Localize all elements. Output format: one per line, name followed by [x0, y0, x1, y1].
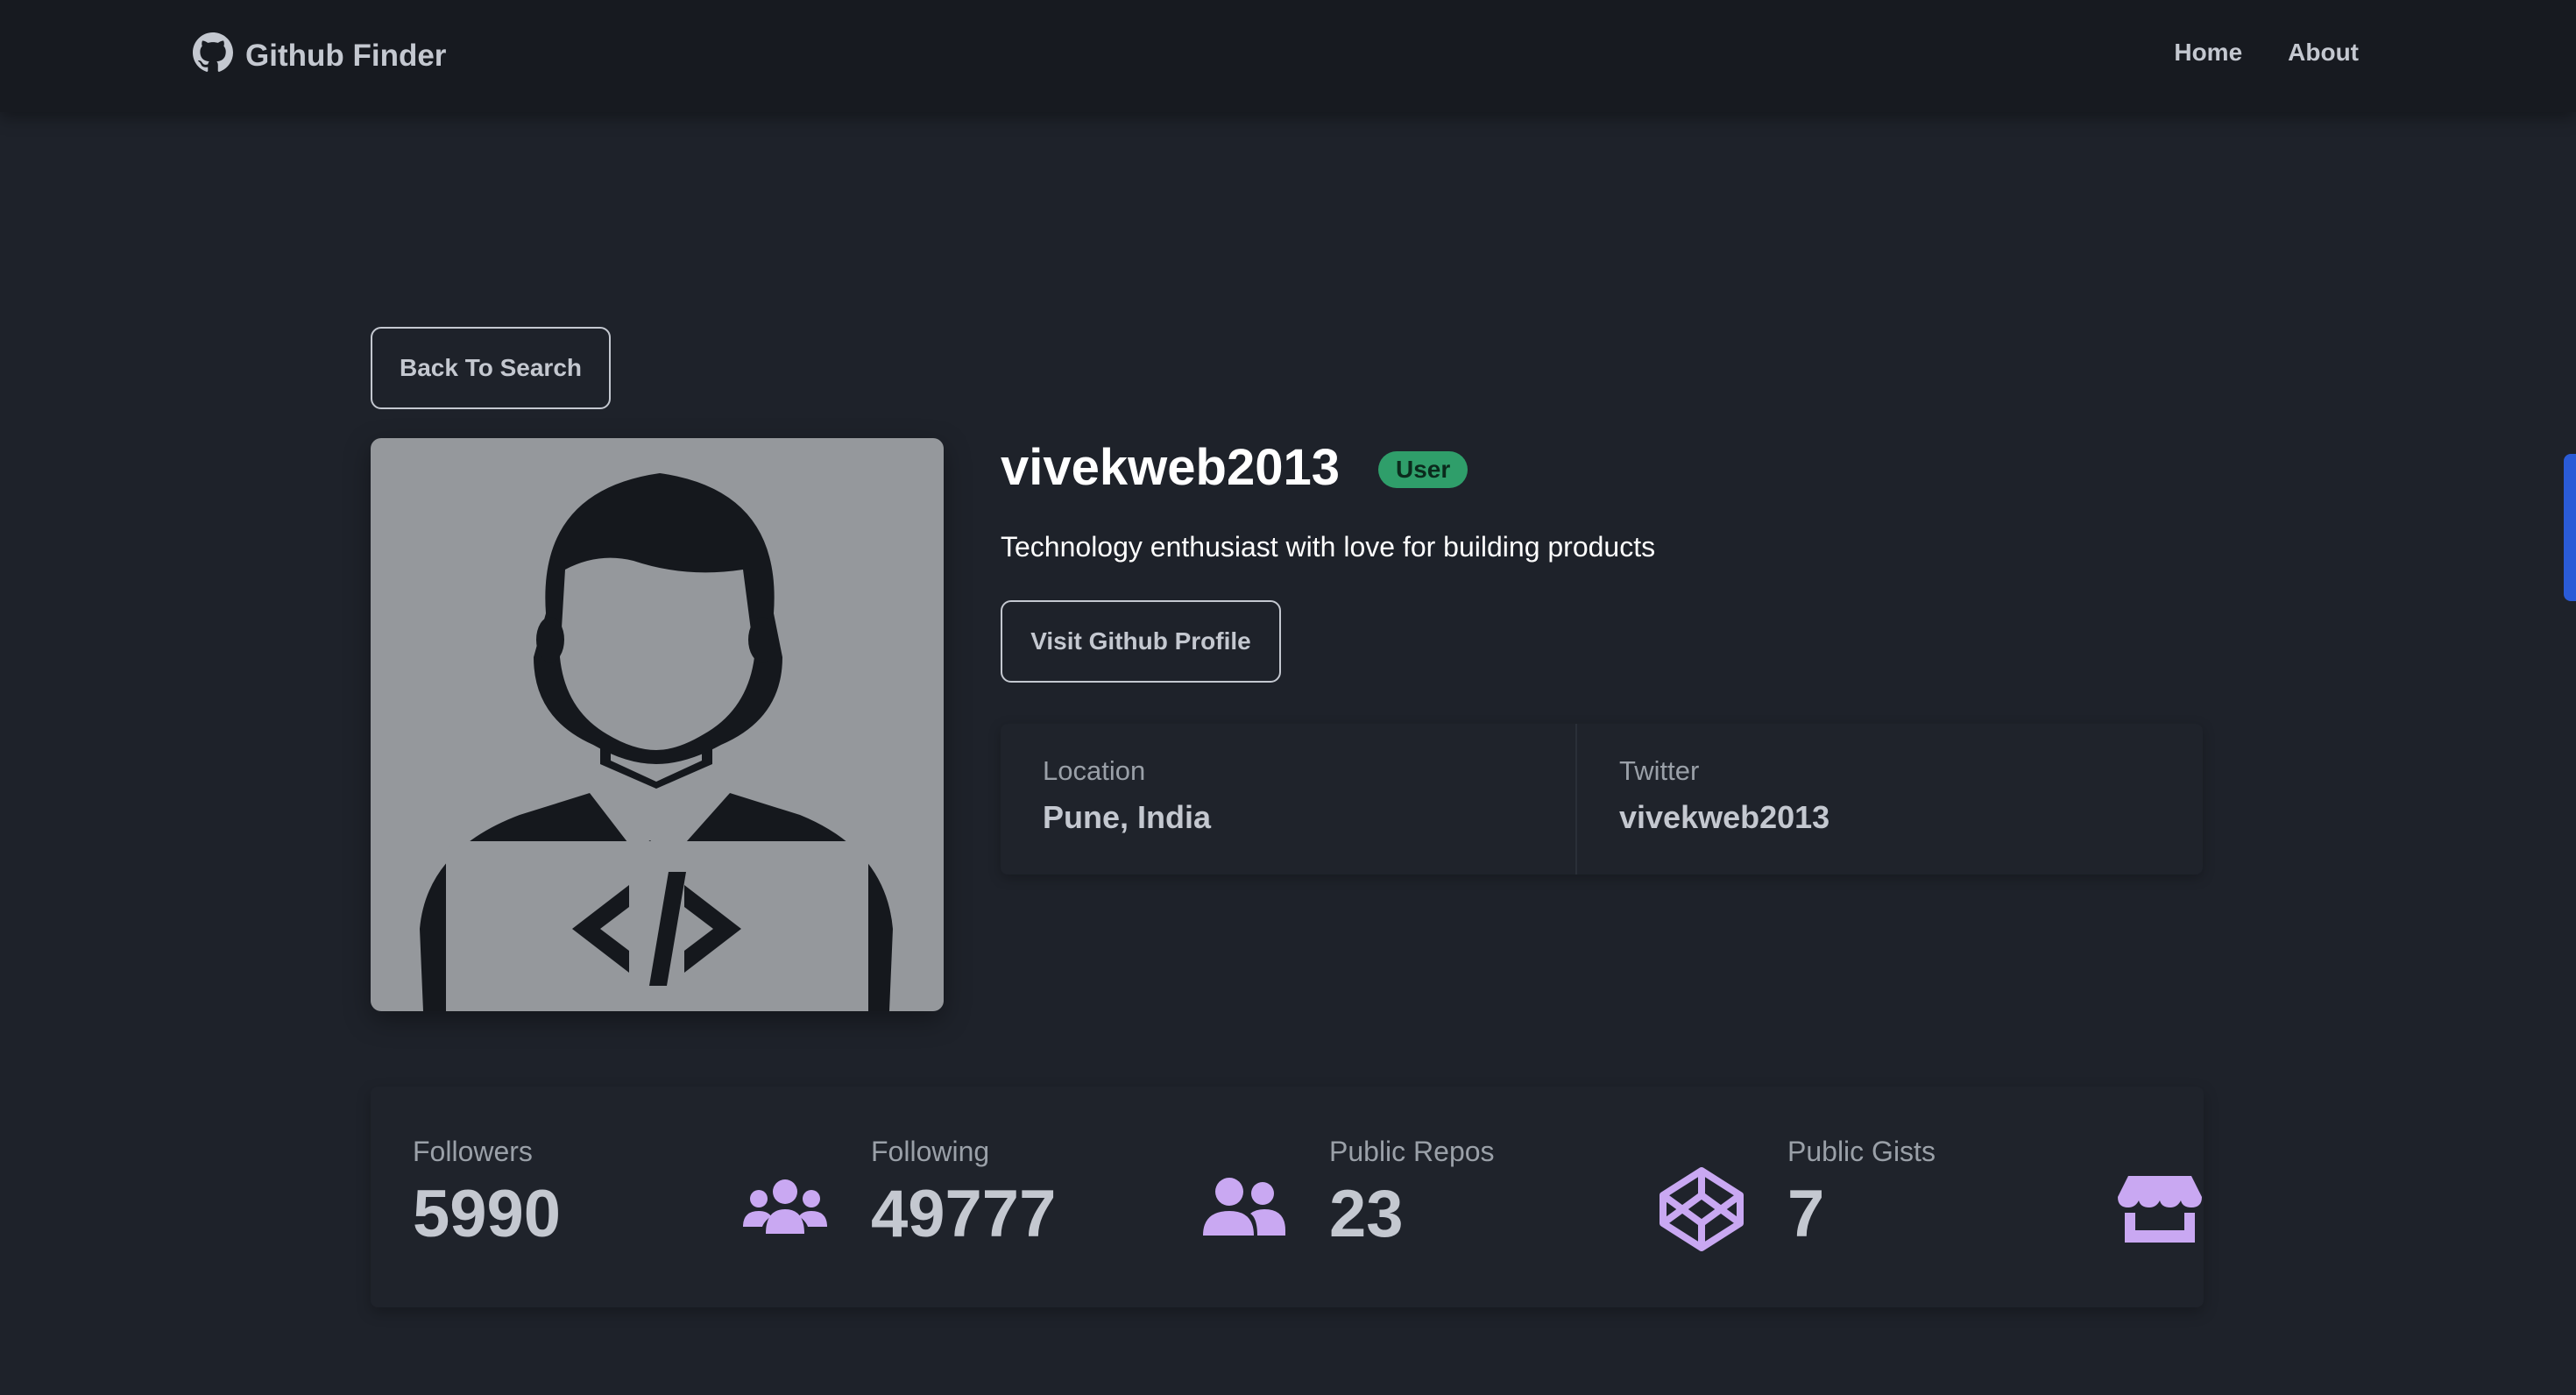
twitter-label: Twitter: [1619, 755, 1700, 786]
profile-bio: Technology enthusiast with love for buil…: [1001, 531, 1656, 563]
stat-value: 23: [1329, 1177, 1404, 1251]
stat-label: Following: [871, 1136, 990, 1167]
location-label: Location: [1043, 755, 1146, 786]
brand-title: Github Finder: [245, 39, 447, 73]
meta-divider: [1575, 724, 1577, 875]
side-scroll-tab[interactable]: [2564, 454, 2576, 601]
brand[interactable]: Github Finder: [193, 32, 447, 77]
store-icon: [2118, 1176, 2202, 1243]
stats-card: Followers 5990 Following 49777 Public Re…: [371, 1087, 2204, 1307]
users-icon: [743, 1179, 827, 1234]
navbar: Github Finder Home About: [0, 0, 2576, 112]
user-type-badge: User: [1378, 451, 1468, 488]
location-value: Pune, India: [1043, 799, 1212, 835]
visit-github-profile-button[interactable]: Visit Github Profile: [1001, 600, 1281, 683]
profile-meta-card: Location Pune, India Twitter vivekweb201…: [1001, 724, 2203, 875]
nav-link-about[interactable]: About: [2288, 39, 2359, 67]
profile-name: vivekweb2013: [1001, 439, 1340, 496]
stat-label: Followers: [413, 1136, 533, 1167]
stat-label: Public Repos: [1329, 1136, 1495, 1167]
avatar: vivekweb2013 vivekweb2013: [371, 438, 944, 1011]
stat-value: 49777: [871, 1177, 1057, 1251]
stat-following: Following 49777: [829, 1136, 1287, 1267]
nav-links: Home About: [2174, 39, 2359, 67]
codepen-icon: [1660, 1167, 1744, 1251]
twitter-item: Twitter vivekweb2013: [1619, 755, 1829, 836]
twitter-value[interactable]: vivekweb2013: [1619, 799, 1829, 836]
user-friends-icon: [1203, 1178, 1285, 1236]
developer-avatar-icon: [420, 473, 893, 1011]
stat-public-repos: Public Repos 23: [1287, 1136, 1745, 1267]
stat-followers: Followers 5990: [371, 1136, 829, 1267]
stat-public-gists: Public Gists 7: [1745, 1136, 2204, 1267]
github-icon: [193, 32, 233, 81]
stat-label: Public Gists: [1787, 1136, 1936, 1167]
location-item: Location Pune, India: [1043, 755, 1211, 836]
back-to-search-button[interactable]: Back To Search: [371, 327, 611, 409]
nav-link-home[interactable]: Home: [2174, 39, 2242, 67]
stat-value: 7: [1787, 1177, 1825, 1251]
stat-value: 5990: [413, 1177, 562, 1251]
